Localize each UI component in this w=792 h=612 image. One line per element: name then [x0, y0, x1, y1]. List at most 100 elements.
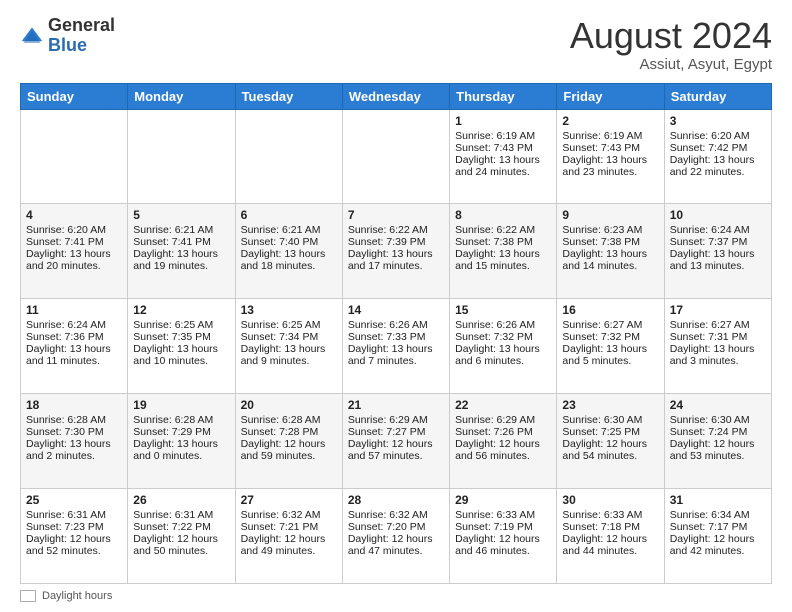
day-number: 22: [455, 398, 551, 412]
sunset: Sunset: 7:34 PM: [241, 331, 319, 343]
month-year: August 2024: [570, 16, 772, 56]
sunset: Sunset: 7:25 PM: [562, 426, 640, 438]
day-number: 31: [670, 493, 766, 507]
day-cell: 31 Sunrise: 6:34 AM Sunset: 7:17 PM Dayl…: [664, 489, 771, 584]
sunset: Sunset: 7:40 PM: [241, 236, 319, 248]
day-cell: 7 Sunrise: 6:22 AM Sunset: 7:39 PM Dayli…: [342, 204, 449, 299]
day-number: 27: [241, 493, 337, 507]
sunrise: Sunrise: 6:28 AM: [133, 414, 213, 426]
day-cell: 8 Sunrise: 6:22 AM Sunset: 7:38 PM Dayli…: [450, 204, 557, 299]
week-row-4: 18 Sunrise: 6:28 AM Sunset: 7:30 PM Dayl…: [21, 394, 772, 489]
sunrise: Sunrise: 6:29 AM: [348, 414, 428, 426]
daylight: Daylight: 13 hours and 15 minutes.: [455, 248, 540, 272]
daylight: Daylight: 12 hours and 53 minutes.: [670, 438, 755, 462]
sunset: Sunset: 7:41 PM: [26, 236, 104, 248]
col-wednesday: Wednesday: [342, 83, 449, 109]
sunrise: Sunrise: 6:31 AM: [133, 509, 213, 521]
sunset: Sunset: 7:20 PM: [348, 521, 426, 533]
day-cell: [21, 109, 128, 204]
sunrise: Sunrise: 6:33 AM: [562, 509, 642, 521]
sunset: Sunset: 7:17 PM: [670, 521, 748, 533]
day-cell: 17 Sunrise: 6:27 AM Sunset: 7:31 PM Dayl…: [664, 299, 771, 394]
day-cell: [342, 109, 449, 204]
sunrise: Sunrise: 6:20 AM: [670, 130, 750, 142]
day-number: 3: [670, 114, 766, 128]
daylight: Daylight: 13 hours and 2 minutes.: [26, 438, 111, 462]
col-tuesday: Tuesday: [235, 83, 342, 109]
logo-general: General: [48, 15, 115, 35]
sunrise: Sunrise: 6:24 AM: [670, 224, 750, 236]
sunrise: Sunrise: 6:23 AM: [562, 224, 642, 236]
sunrise: Sunrise: 6:28 AM: [26, 414, 106, 426]
sunset: Sunset: 7:33 PM: [348, 331, 426, 343]
sunrise: Sunrise: 6:29 AM: [455, 414, 535, 426]
day-cell: 24 Sunrise: 6:30 AM Sunset: 7:24 PM Dayl…: [664, 394, 771, 489]
logo-icon: [20, 24, 44, 48]
day-number: 7: [348, 208, 444, 222]
day-cell: 6 Sunrise: 6:21 AM Sunset: 7:40 PM Dayli…: [235, 204, 342, 299]
sunrise: Sunrise: 6:32 AM: [241, 509, 321, 521]
day-number: 25: [26, 493, 122, 507]
sunset: Sunset: 7:23 PM: [26, 521, 104, 533]
daylight-label: Daylight hours: [42, 590, 112, 602]
sunset: Sunset: 7:24 PM: [670, 426, 748, 438]
day-number: 4: [26, 208, 122, 222]
day-number: 6: [241, 208, 337, 222]
day-cell: 25 Sunrise: 6:31 AM Sunset: 7:23 PM Dayl…: [21, 489, 128, 584]
day-cell: 5 Sunrise: 6:21 AM Sunset: 7:41 PM Dayli…: [128, 204, 235, 299]
day-number: 14: [348, 303, 444, 317]
sunrise: Sunrise: 6:33 AM: [455, 509, 535, 521]
daylight: Daylight: 13 hours and 11 minutes.: [26, 343, 111, 367]
daylight: Daylight: 13 hours and 20 minutes.: [26, 248, 111, 272]
daylight: Daylight: 13 hours and 14 minutes.: [562, 248, 647, 272]
daylight: Daylight: 13 hours and 6 minutes.: [455, 343, 540, 367]
daylight: Daylight: 13 hours and 9 minutes.: [241, 343, 326, 367]
day-number: 12: [133, 303, 229, 317]
day-cell: [128, 109, 235, 204]
sunset: Sunset: 7:43 PM: [562, 142, 640, 154]
day-cell: 13 Sunrise: 6:25 AM Sunset: 7:34 PM Dayl…: [235, 299, 342, 394]
col-saturday: Saturday: [664, 83, 771, 109]
daylight: Daylight: 12 hours and 52 minutes.: [26, 533, 111, 557]
day-cell: 15 Sunrise: 6:26 AM Sunset: 7:32 PM Dayl…: [450, 299, 557, 394]
location: Assiut, Asyut, Egypt: [570, 56, 772, 73]
daylight: Daylight: 12 hours and 46 minutes.: [455, 533, 540, 557]
day-number: 28: [348, 493, 444, 507]
day-number: 30: [562, 493, 658, 507]
day-cell: 21 Sunrise: 6:29 AM Sunset: 7:27 PM Dayl…: [342, 394, 449, 489]
sunset: Sunset: 7:35 PM: [133, 331, 211, 343]
daylight: Daylight: 13 hours and 24 minutes.: [455, 154, 540, 178]
day-cell: 12 Sunrise: 6:25 AM Sunset: 7:35 PM Dayl…: [128, 299, 235, 394]
day-cell: 23 Sunrise: 6:30 AM Sunset: 7:25 PM Dayl…: [557, 394, 664, 489]
sunrise: Sunrise: 6:22 AM: [455, 224, 535, 236]
daylight-swatch: [20, 590, 36, 602]
daylight: Daylight: 12 hours and 44 minutes.: [562, 533, 647, 557]
daylight: Daylight: 12 hours and 57 minutes.: [348, 438, 433, 462]
daylight: Daylight: 13 hours and 0 minutes.: [133, 438, 218, 462]
day-cell: 16 Sunrise: 6:27 AM Sunset: 7:32 PM Dayl…: [557, 299, 664, 394]
sunrise: Sunrise: 6:21 AM: [133, 224, 213, 236]
day-cell: 9 Sunrise: 6:23 AM Sunset: 7:38 PM Dayli…: [557, 204, 664, 299]
sunset: Sunset: 7:38 PM: [562, 236, 640, 248]
sunrise: Sunrise: 6:30 AM: [670, 414, 750, 426]
sunset: Sunset: 7:30 PM: [26, 426, 104, 438]
week-row-5: 25 Sunrise: 6:31 AM Sunset: 7:23 PM Dayl…: [21, 489, 772, 584]
sunrise: Sunrise: 6:27 AM: [562, 319, 642, 331]
sunrise: Sunrise: 6:19 AM: [455, 130, 535, 142]
day-cell: 30 Sunrise: 6:33 AM Sunset: 7:18 PM Dayl…: [557, 489, 664, 584]
day-cell: 28 Sunrise: 6:32 AM Sunset: 7:20 PM Dayl…: [342, 489, 449, 584]
logo-blue: Blue: [48, 35, 87, 55]
sunset: Sunset: 7:27 PM: [348, 426, 426, 438]
day-number: 23: [562, 398, 658, 412]
sunrise: Sunrise: 6:34 AM: [670, 509, 750, 521]
day-number: 5: [133, 208, 229, 222]
sunset: Sunset: 7:41 PM: [133, 236, 211, 248]
day-cell: 18 Sunrise: 6:28 AM Sunset: 7:30 PM Dayl…: [21, 394, 128, 489]
sunrise: Sunrise: 6:30 AM: [562, 414, 642, 426]
sunrise: Sunrise: 6:31 AM: [26, 509, 106, 521]
daylight: Daylight: 13 hours and 13 minutes.: [670, 248, 755, 272]
day-number: 21: [348, 398, 444, 412]
sunset: Sunset: 7:38 PM: [455, 236, 533, 248]
col-sunday: Sunday: [21, 83, 128, 109]
sunset: Sunset: 7:28 PM: [241, 426, 319, 438]
